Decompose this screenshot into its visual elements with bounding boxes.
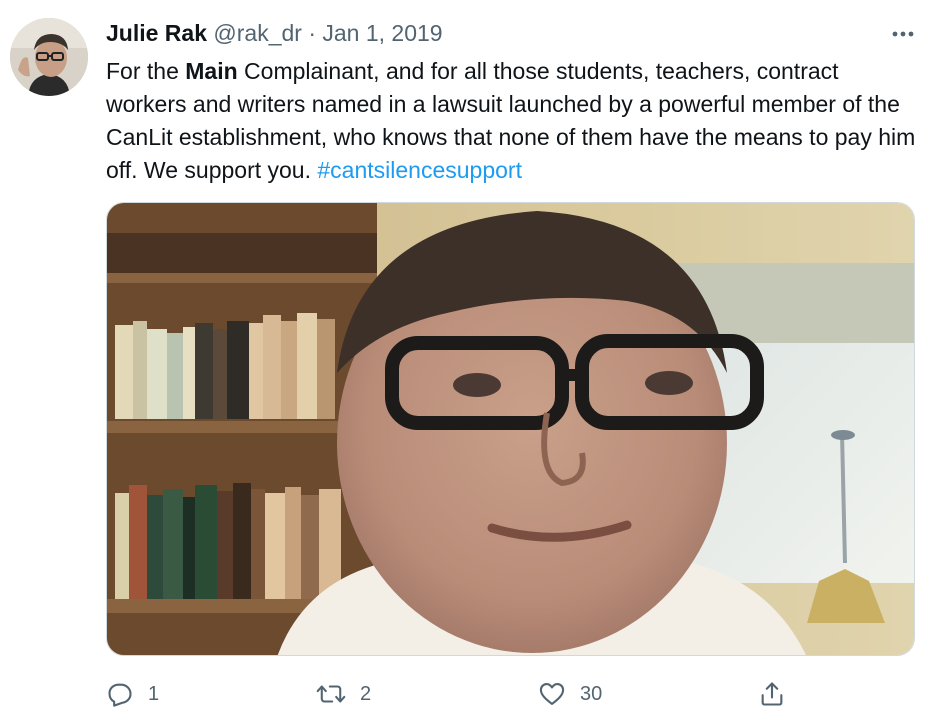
- hashtag-link[interactable]: #cantsilencesupport: [317, 157, 522, 183]
- share-icon: [761, 682, 783, 706]
- reply-icon: [108, 683, 132, 707]
- tweet-actions: 1 2 30: [106, 676, 896, 712]
- header-separator: ·: [308, 20, 316, 46]
- tweet-text: For the Main Complainant, and for all th…: [106, 55, 916, 187]
- tweet-text-bold: Main: [185, 58, 238, 84]
- author-name[interactable]: Julie Rak: [106, 20, 207, 46]
- reply-count: 1: [148, 682, 160, 705]
- avatar-photo: [10, 18, 88, 96]
- media-photo: [107, 203, 914, 655]
- like-button[interactable]: 30: [538, 676, 602, 712]
- tweet-media[interactable]: [106, 202, 915, 656]
- tweet-text-part1: For the: [106, 58, 186, 84]
- tweet-header: Julie Rak @rak_dr · Jan 1, 2019: [106, 16, 443, 50]
- more-options-button[interactable]: [888, 22, 918, 46]
- more-horizontal-icon: [892, 31, 914, 37]
- share-button[interactable]: [758, 676, 786, 712]
- like-count: 30: [580, 682, 603, 705]
- reply-button[interactable]: 1: [106, 676, 159, 712]
- tweet-date[interactable]: Jan 1, 2019: [322, 20, 442, 46]
- retweet-count: 2: [360, 682, 372, 705]
- author-handle[interactable]: @rak_dr: [213, 20, 302, 46]
- retweet-icon: [316, 685, 346, 703]
- heart-icon: [539, 683, 565, 705]
- retweet-button[interactable]: 2: [316, 676, 371, 712]
- avatar[interactable]: [10, 18, 88, 96]
